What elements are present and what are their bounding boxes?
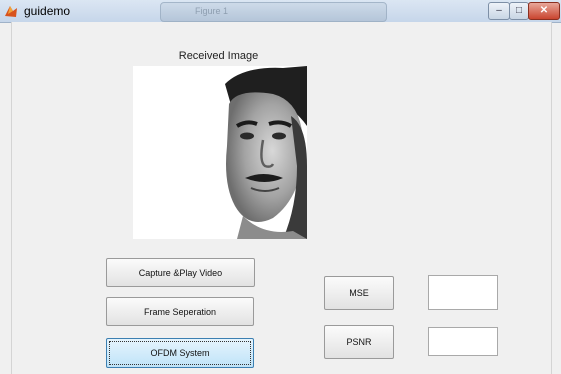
maximize-button[interactable]: □: [509, 2, 529, 20]
mse-button[interactable]: MSE: [324, 276, 394, 310]
received-image: [133, 66, 307, 239]
background-tab-label: Figure 1: [195, 6, 229, 16]
psnr-value-field[interactable]: [428, 327, 498, 356]
close-button[interactable]: ✕: [528, 2, 560, 20]
minimize-button[interactable]: –: [488, 2, 510, 20]
mse-value-field[interactable]: [428, 275, 498, 310]
window-title: guidemo: [24, 4, 71, 18]
ofdm-system-button[interactable]: OFDM System: [106, 338, 254, 368]
matlab-icon: [5, 6, 17, 17]
background-window-tab[interactable]: Figure 1: [160, 2, 387, 22]
face-photo-icon: [133, 66, 307, 239]
frame-separation-button[interactable]: Frame Seperation: [106, 297, 254, 326]
psnr-button[interactable]: PSNR: [324, 325, 394, 359]
received-image-caption: Received Image: [178, 50, 259, 62]
title-bar: guidemo Figure 1 – □ ✕: [0, 0, 561, 23]
capture-play-video-button[interactable]: Capture &Play Video: [106, 258, 255, 287]
